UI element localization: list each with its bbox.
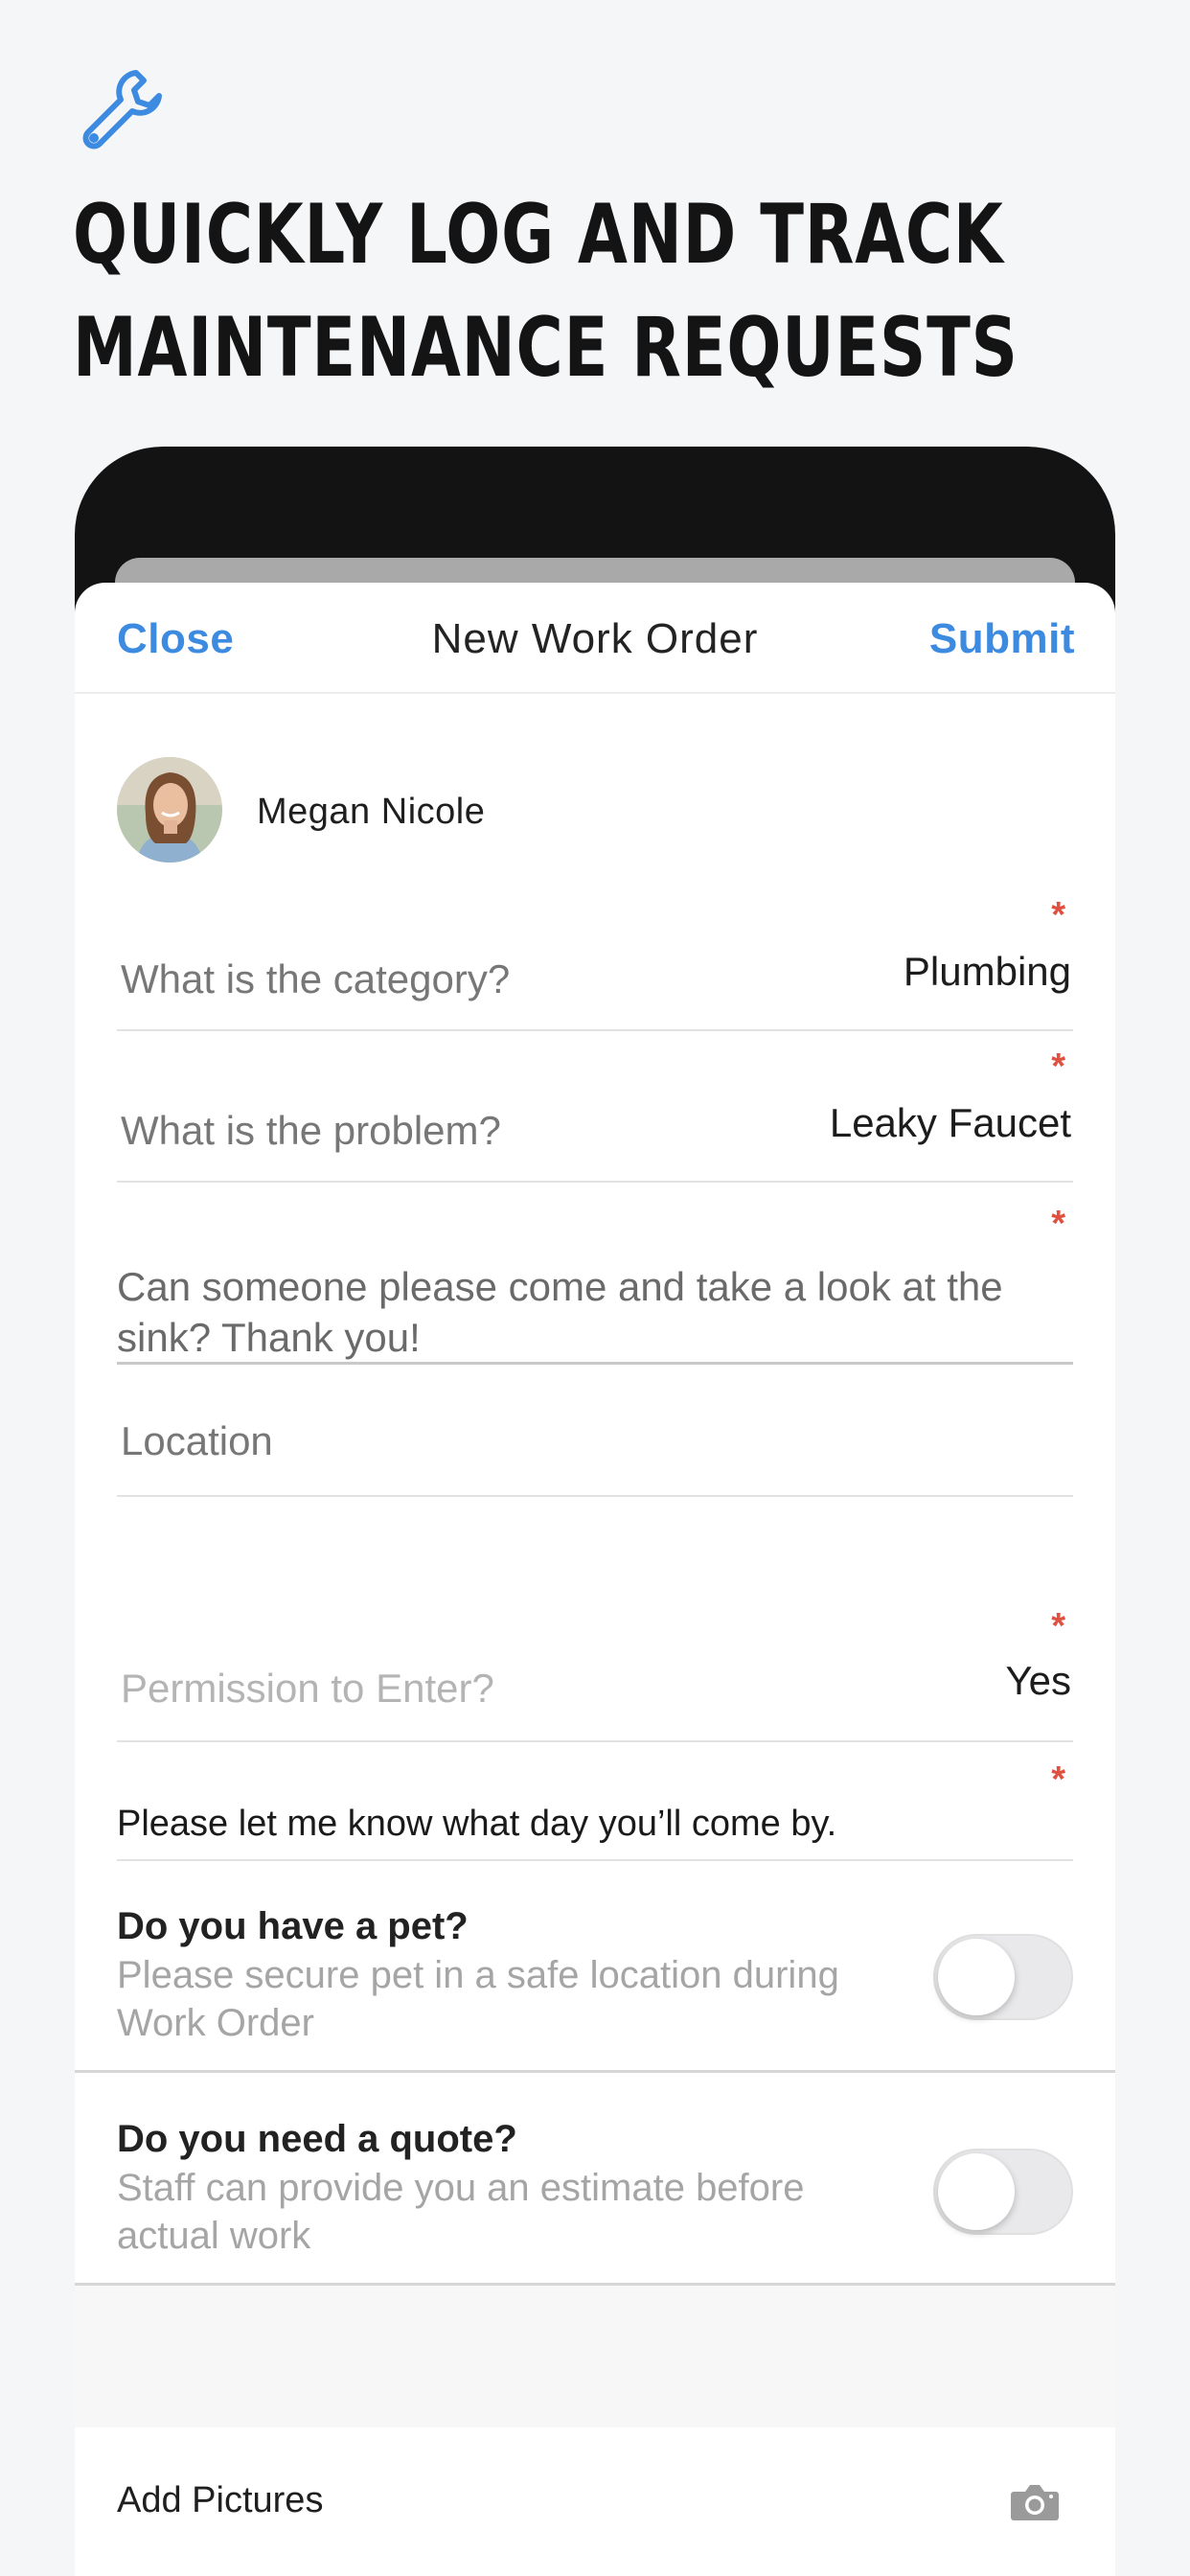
permission-field[interactable]: * Permission to Enter? Yes <box>117 1497 1073 1742</box>
location-placeholder: Location <box>121 1418 273 1463</box>
location-field[interactable]: Location <box>117 1365 1073 1497</box>
section-gap <box>75 2286 1115 2427</box>
required-asterisk: * <box>1051 1760 1065 1800</box>
toggle-knob <box>938 1939 1015 2015</box>
quote-toggle-row: Do you need a quote? Staff can provide y… <box>75 2074 1115 2288</box>
quote-toggle-switch[interactable] <box>933 2149 1073 2235</box>
category-field[interactable]: * What is the category? Plumbing <box>117 895 1073 1031</box>
user-name: Megan Nicole <box>257 792 486 832</box>
wrench-icon <box>82 70 162 150</box>
camera-icon[interactable] <box>1010 2482 1060 2522</box>
headline-line-2: MAINTENANCE REQUESTS <box>73 300 1018 396</box>
problem-label: What is the problem? <box>121 1108 501 1153</box>
permission-label: Permission to Enter? <box>121 1666 494 1711</box>
add-pictures-label: Add Pictures <box>117 2480 324 2520</box>
problem-field[interactable]: * What is the problem? Leaky Faucet <box>117 1031 1073 1183</box>
work-order-sheet: Close New Work Order Submit Megan Nicole… <box>75 583 1115 2576</box>
avatar <box>117 757 222 862</box>
divider <box>75 2070 1115 2073</box>
pet-toggle-switch[interactable] <box>933 1934 1073 2020</box>
required-asterisk: * <box>1051 1606 1065 1646</box>
page-headline: QUICKLY LOG AND TRACK MAINTENANCE REQUES… <box>73 178 1018 404</box>
required-asterisk: * <box>1051 1046 1065 1087</box>
toggle-knob <box>938 2153 1015 2230</box>
pet-subtitle: Please secure pet in a safe location dur… <box>117 1954 839 2044</box>
quote-title: Do you need a quote? <box>117 2118 517 2160</box>
navigation-bar: Close New Work Order Submit <box>75 583 1115 694</box>
notes-text: Please let me know what day you’ll come … <box>117 1804 837 1844</box>
permission-value: Yes <box>1005 1658 1071 1703</box>
description-text: Can someone please come and take a look … <box>117 1264 1003 1360</box>
category-label: What is the category? <box>121 956 511 1001</box>
notes-field[interactable]: * Please let me know what day you’ll com… <box>117 1742 1073 1861</box>
description-field[interactable]: * Can someone please come and take a loo… <box>117 1183 1073 1365</box>
required-asterisk: * <box>1051 1204 1065 1244</box>
problem-value: Leaky Faucet <box>829 1100 1071 1145</box>
add-pictures-row[interactable]: Add Pictures <box>75 2428 1115 2576</box>
required-asterisk: * <box>1051 895 1065 935</box>
pet-title: Do you have a pet? <box>117 1905 469 1947</box>
pet-toggle-row: Do you have a pet? Please secure pet in … <box>75 1861 1115 2080</box>
submit-button[interactable]: Submit <box>929 615 1075 663</box>
quote-subtitle: Staff can provide you an estimate before… <box>117 2167 805 2257</box>
headline-line-1: QUICKLY LOG AND TRACK <box>73 187 1004 283</box>
category-value: Plumbing <box>903 949 1071 994</box>
